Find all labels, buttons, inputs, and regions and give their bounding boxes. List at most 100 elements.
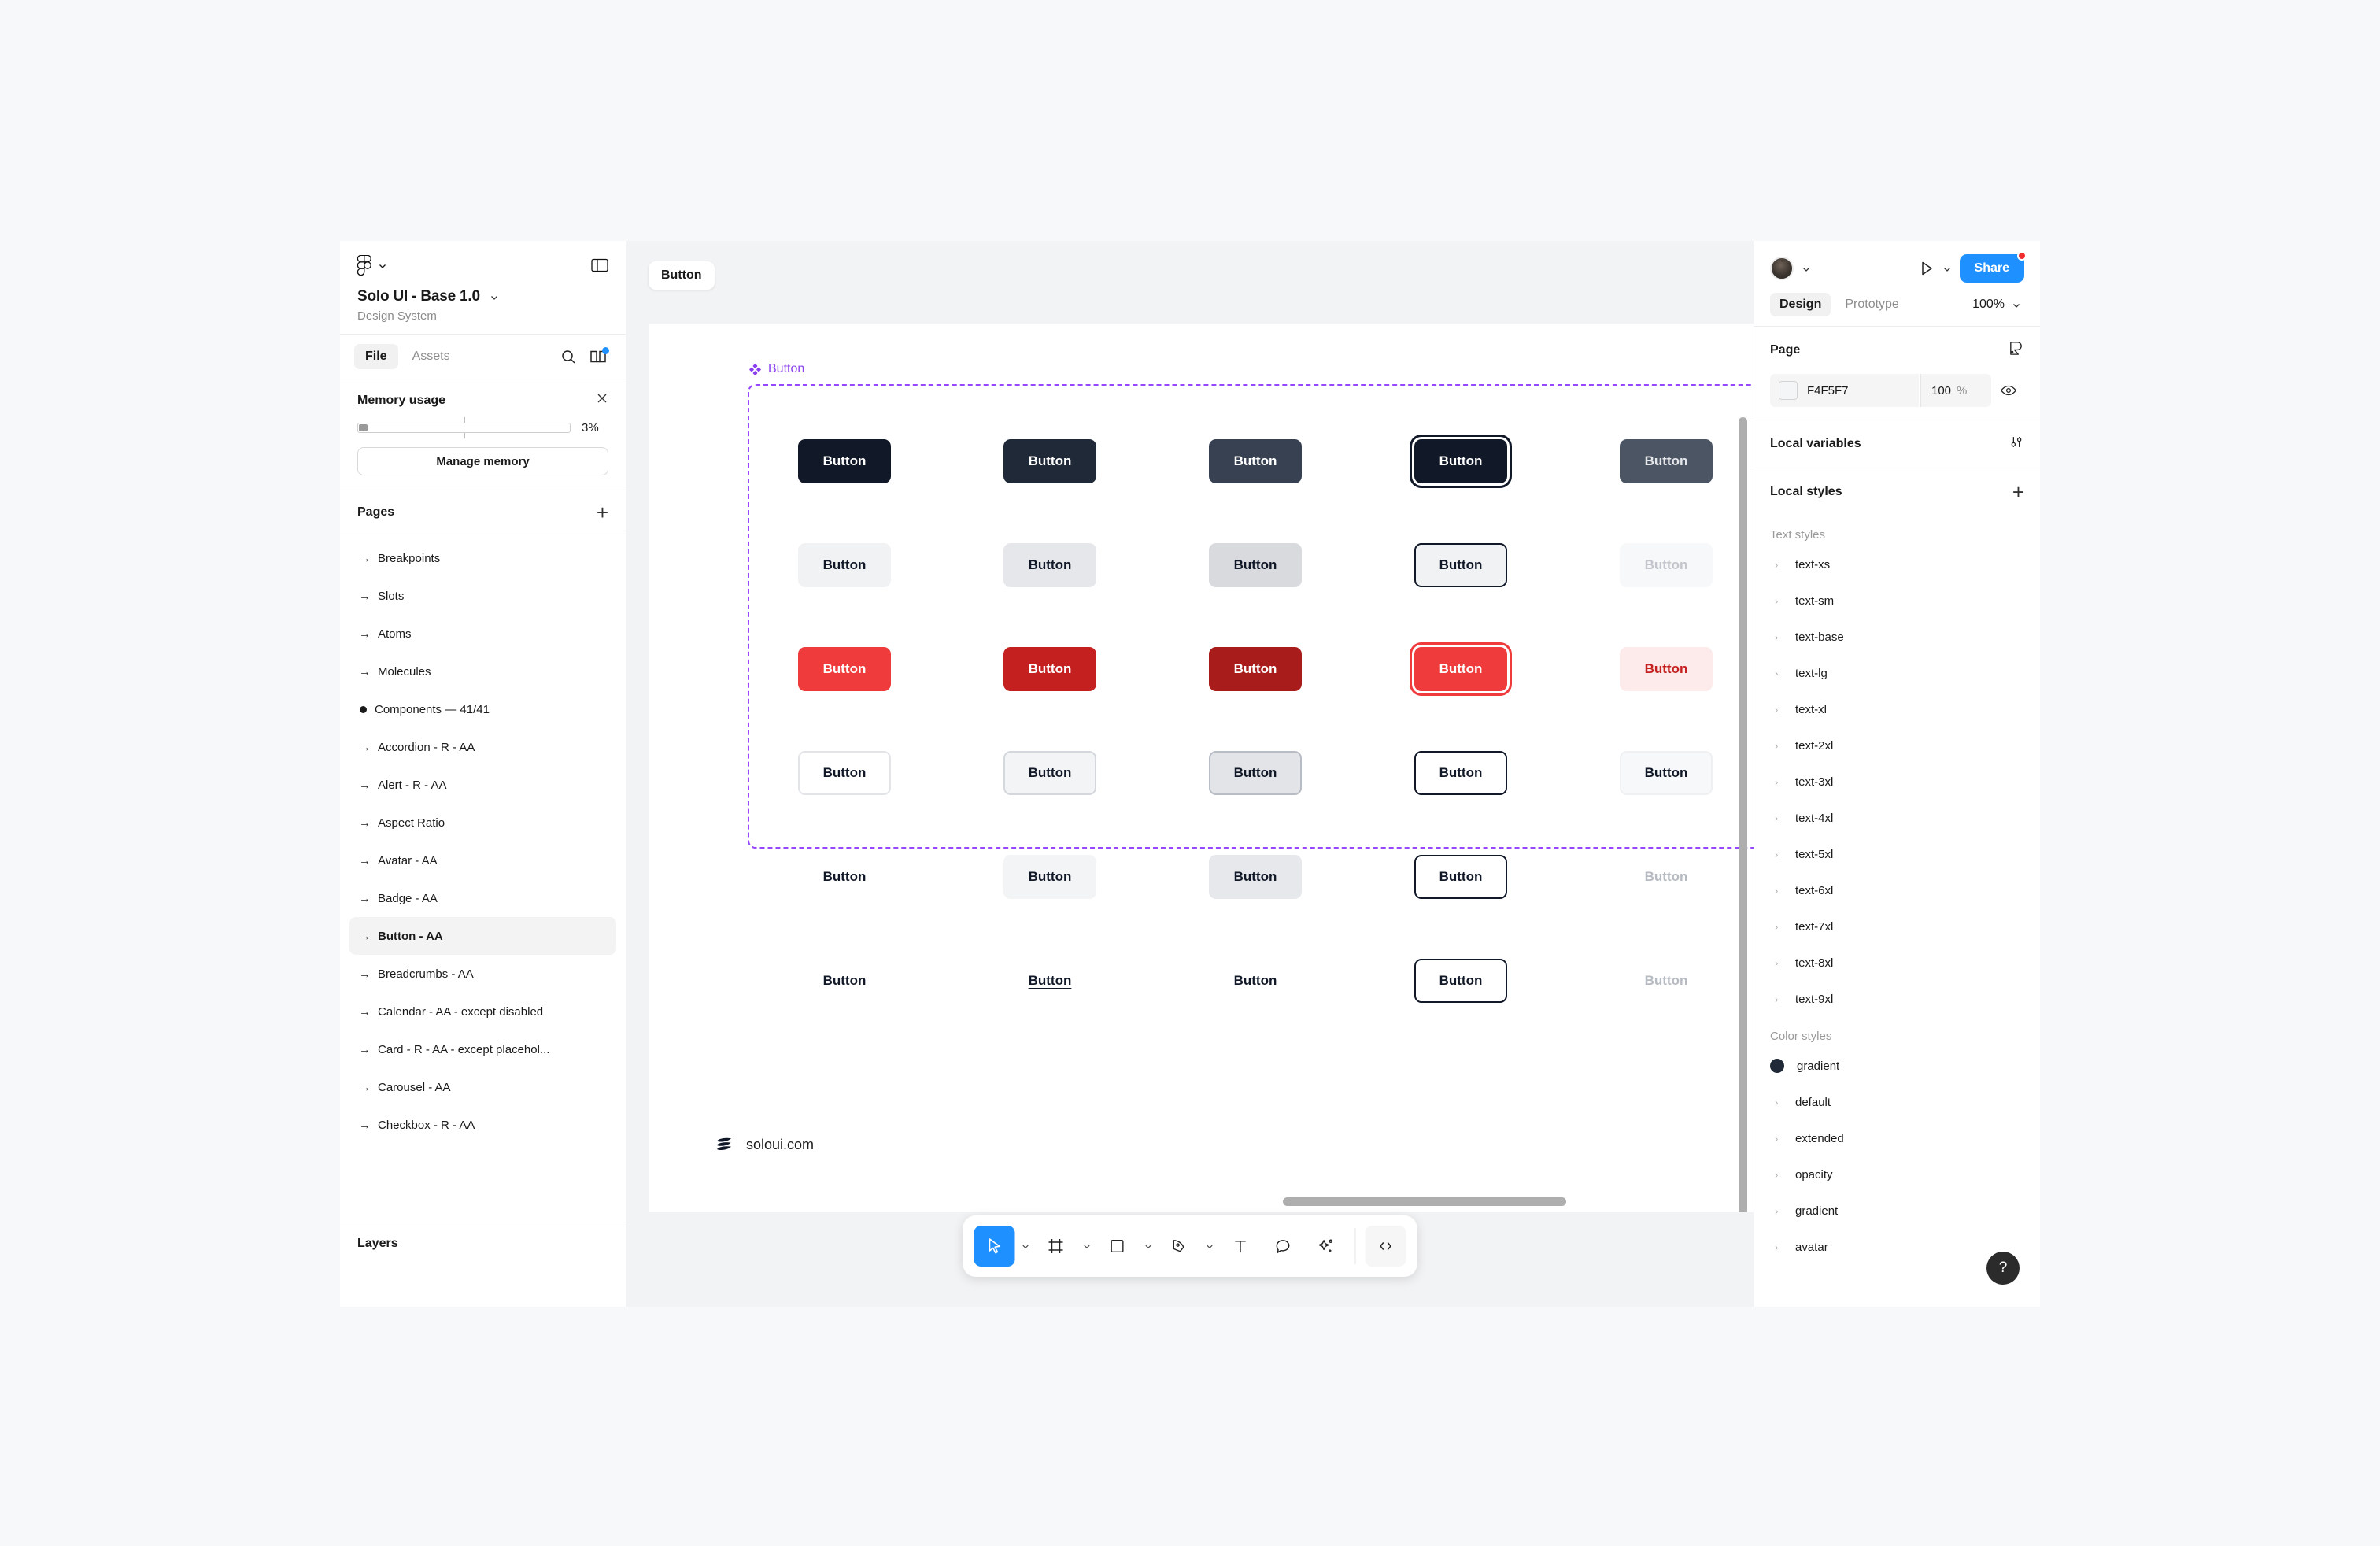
text-style-row[interactable]: › text-4xl	[1770, 800, 2024, 836]
canvas-surface[interactable]: Button Button Button Button Button Button But…	[649, 324, 1754, 1212]
move-tool[interactable]	[974, 1226, 1015, 1267]
tab-design[interactable]: Design	[1770, 293, 1831, 316]
tab-file[interactable]: File	[354, 344, 398, 369]
button-variant[interactable]: Button	[1620, 439, 1713, 483]
chevron-right-icon[interactable]: ›	[1775, 631, 1783, 643]
page-item[interactable]: → Alert - R - AA	[349, 766, 616, 804]
button-variant[interactable]: Button	[1414, 647, 1507, 691]
page-item[interactable]: → Molecules	[349, 653, 616, 690]
move-tool-chevron-down-icon[interactable]	[1017, 1242, 1034, 1251]
book-library-icon[interactable]	[585, 343, 612, 370]
page-item[interactable]: → Slots	[349, 577, 616, 615]
color-style-row[interactable]: › extended	[1770, 1120, 2024, 1156]
plus-icon[interactable]: +	[597, 502, 608, 523]
dev-mode-toggle[interactable]	[1365, 1226, 1406, 1267]
text-style-row[interactable]: › text-2xl	[1770, 727, 2024, 764]
text-style-row[interactable]: › text-8xl	[1770, 945, 2024, 981]
button-variant[interactable]: Button	[798, 959, 891, 1003]
panel-toggle-icon[interactable]	[591, 258, 608, 272]
chevron-right-icon[interactable]: ›	[1775, 668, 1783, 679]
page-item[interactable]: → Card - R - AA - except placehol...	[349, 1030, 616, 1068]
button-variant[interactable]: Button	[1003, 959, 1096, 1003]
play-icon[interactable]	[1919, 260, 1935, 277]
tab-prototype[interactable]: Prototype	[1835, 293, 1908, 316]
zoom-control[interactable]: 100%	[1972, 298, 2024, 312]
page-item[interactable]: → Breadcrumbs - AA	[349, 955, 616, 993]
chevron-right-icon[interactable]: ›	[1775, 595, 1783, 607]
frame-tool[interactable]	[1036, 1226, 1077, 1267]
page-item[interactable]: → Atoms	[349, 615, 616, 653]
chevron-right-icon[interactable]: ›	[1775, 1133, 1783, 1145]
chevron-right-icon[interactable]: ›	[1775, 993, 1783, 1005]
color-style-row[interactable]: › avatar	[1770, 1229, 2024, 1265]
button-variant[interactable]: Button	[1620, 959, 1713, 1003]
chevron-right-icon[interactable]: ›	[1775, 1241, 1783, 1253]
image-paint-icon[interactable]	[2008, 340, 2024, 361]
page-item[interactable]: → Carousel - AA	[349, 1068, 616, 1106]
comment-tool[interactable]	[1262, 1226, 1303, 1267]
page-item[interactable]: → Badge - AA	[349, 879, 616, 917]
chevron-right-icon[interactable]: ›	[1775, 1097, 1783, 1108]
text-style-row[interactable]: › text-7xl	[1770, 908, 2024, 945]
brand-link[interactable]: soloui.com	[746, 1137, 814, 1153]
button-variant[interactable]: Button	[798, 647, 891, 691]
button-variant[interactable]: Button	[1209, 647, 1302, 691]
color-style-row[interactable]: › gradient	[1770, 1193, 2024, 1229]
chevron-right-icon[interactable]: ›	[1775, 812, 1783, 824]
button-variant[interactable]: Button	[1414, 543, 1507, 587]
text-tool[interactable]	[1220, 1226, 1261, 1267]
page-item[interactable]: → Avatar - AA	[349, 841, 616, 879]
button-variant[interactable]: Button	[1620, 855, 1713, 899]
pen-tool-chevron-down-icon[interactable]	[1201, 1242, 1218, 1251]
manage-memory-button[interactable]: Manage memory	[357, 447, 608, 475]
button-variant[interactable]: Button	[1003, 439, 1096, 483]
color-style-row[interactable]: › default	[1770, 1084, 2024, 1120]
component-set-label[interactable]: Button	[749, 362, 804, 376]
button-variant[interactable]: Button	[1414, 439, 1507, 483]
button-variant[interactable]: Button	[1414, 751, 1507, 795]
chevron-down-icon[interactable]	[378, 261, 387, 270]
button-variant[interactable]: Button	[1414, 959, 1507, 1003]
page-item[interactable]: → Aspect Ratio	[349, 804, 616, 841]
variables-sliders-icon[interactable]	[2009, 435, 2024, 453]
button-variant[interactable]: Button	[1620, 647, 1713, 691]
color-swatch[interactable]	[1779, 381, 1798, 400]
file-title-row[interactable]: Solo UI - Base 1.0	[357, 288, 608, 305]
chevron-right-icon[interactable]: ›	[1775, 1169, 1783, 1181]
local-variables-section[interactable]: Local variables	[1754, 420, 2040, 468]
text-style-row[interactable]: › text-sm	[1770, 583, 2024, 619]
share-button[interactable]: Share	[1959, 251, 2027, 283]
chevron-right-icon[interactable]: ›	[1775, 957, 1783, 969]
chevron-right-icon[interactable]: ›	[1775, 885, 1783, 897]
page-opacity-field[interactable]: 100 %	[1920, 374, 1991, 407]
page-item[interactable]: → Button - AA	[349, 917, 616, 955]
page-item[interactable]: → Checkbox - R - AA	[349, 1106, 616, 1144]
sparkle-tool[interactable]	[1305, 1226, 1346, 1267]
button-variant[interactable]: Button	[1620, 543, 1713, 587]
styles-list[interactable]: Text styles › text-xs › text-sm › text-base › te…	[1754, 516, 2040, 1307]
text-style-row[interactable]: › text-xs	[1770, 546, 2024, 583]
frame-name-chip[interactable]: Button	[649, 261, 715, 290]
button-variant[interactable]: Button	[798, 543, 891, 587]
chevron-right-icon[interactable]: ›	[1775, 921, 1783, 933]
page-item[interactable]: → Accordion - R - AA	[349, 728, 616, 766]
chevron-down-icon[interactable]	[490, 292, 499, 301]
text-style-row[interactable]: › text-3xl	[1770, 764, 2024, 800]
color-style-row[interactable]: › opacity	[1770, 1156, 2024, 1193]
text-style-row[interactable]: › text-6xl	[1770, 872, 2024, 908]
text-style-row[interactable]: › text-lg	[1770, 655, 2024, 691]
page-color-field[interactable]: F4F5F7	[1770, 374, 1919, 407]
chevron-right-icon[interactable]: ›	[1775, 740, 1783, 752]
button-variant[interactable]: Button	[1620, 751, 1713, 795]
button-variant[interactable]: Button	[1209, 855, 1302, 899]
plus-icon[interactable]: +	[2012, 482, 2024, 502]
user-avatar[interactable]	[1770, 257, 1794, 280]
figma-logo-icon[interactable]	[357, 254, 371, 276]
page-item[interactable]: → Breakpoints	[349, 539, 616, 577]
pen-tool[interactable]	[1159, 1226, 1199, 1267]
button-variant[interactable]: Button	[798, 751, 891, 795]
shape-tool[interactable]	[1097, 1226, 1138, 1267]
text-style-row[interactable]: › text-base	[1770, 619, 2024, 655]
help-button[interactable]: ?	[1986, 1252, 2020, 1285]
chevron-right-icon[interactable]: ›	[1775, 776, 1783, 788]
